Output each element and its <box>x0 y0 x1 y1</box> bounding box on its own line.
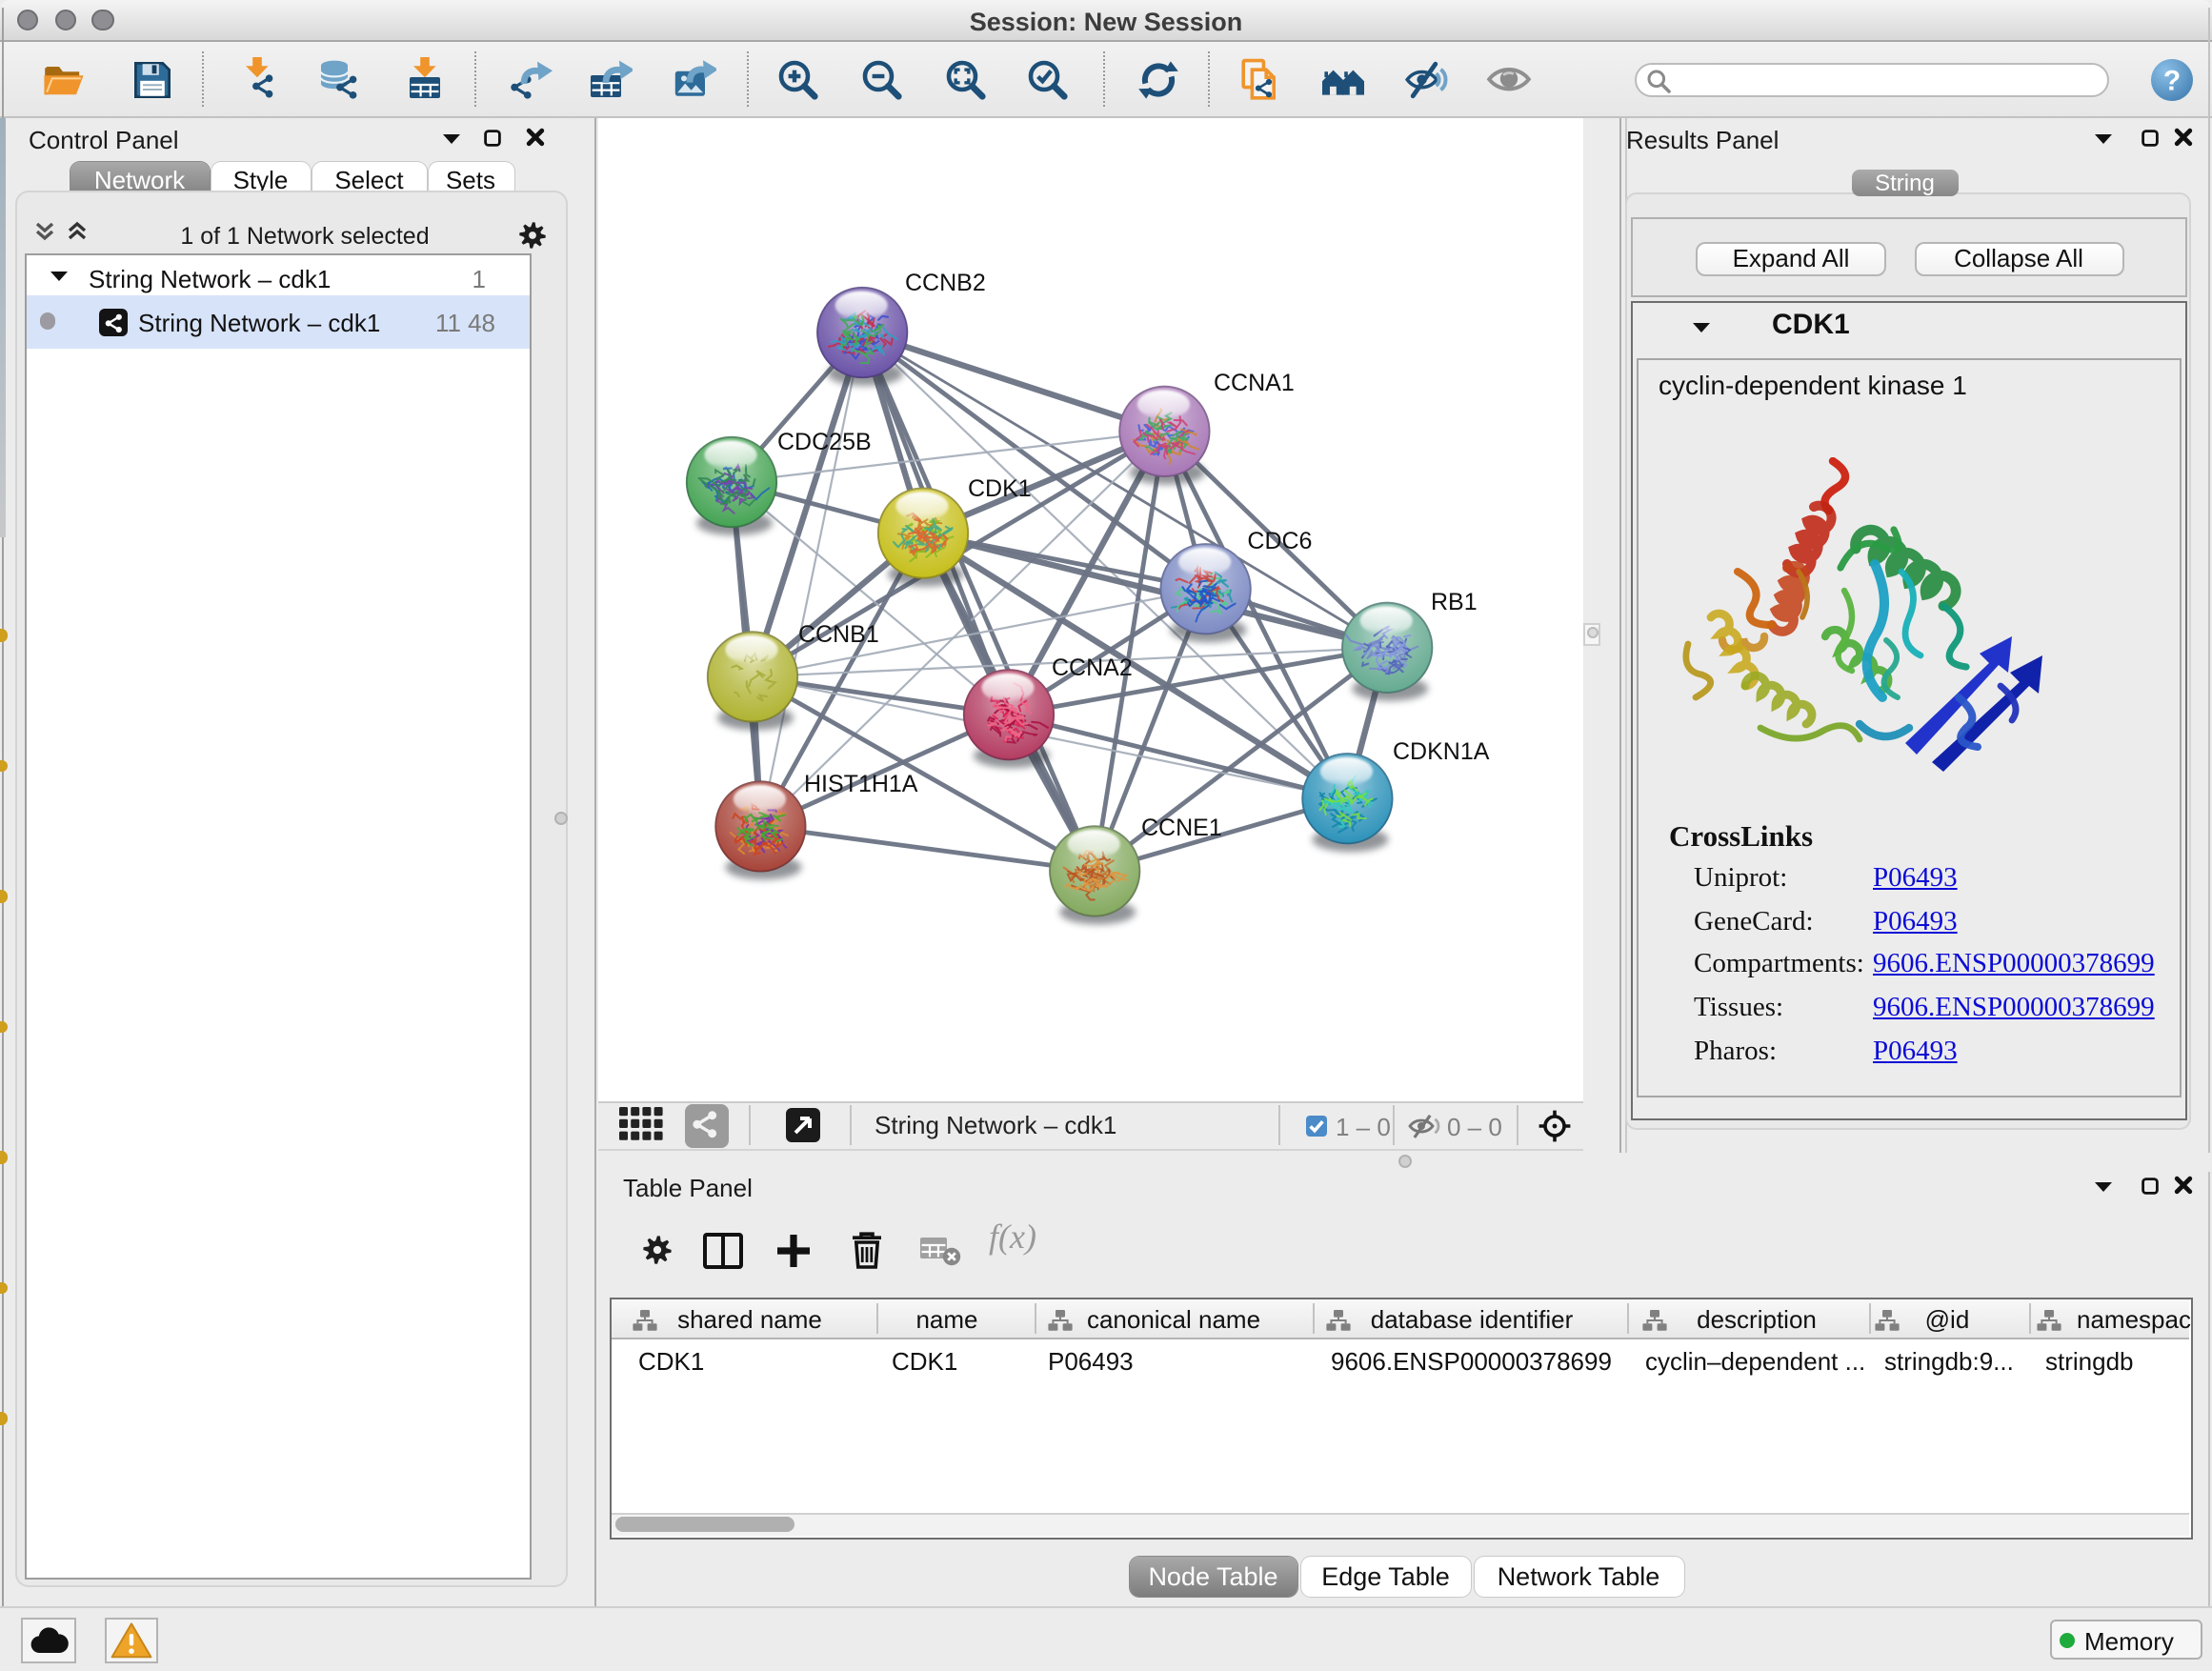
svg-text:?: ? <box>2163 65 2181 96</box>
svg-text:CDK1: CDK1 <box>968 474 1032 501</box>
svg-text:RB1: RB1 <box>1431 588 1478 614</box>
svg-text:CCNE1: CCNE1 <box>1141 814 1222 840</box>
svg-text:HIST1H1A: HIST1H1A <box>804 770 918 796</box>
svg-text:CCNA2: CCNA2 <box>1052 654 1133 680</box>
svg-text:CCNB2: CCNB2 <box>905 269 986 295</box>
svg-text:CDC25B: CDC25B <box>777 428 872 454</box>
svg-text:CCNA1: CCNA1 <box>1214 369 1295 395</box>
svg-text:CCNB1: CCNB1 <box>798 620 879 647</box>
svg-text:CDKN1A: CDKN1A <box>1393 737 1490 764</box>
svg-text:CDC6: CDC6 <box>1247 527 1312 554</box>
